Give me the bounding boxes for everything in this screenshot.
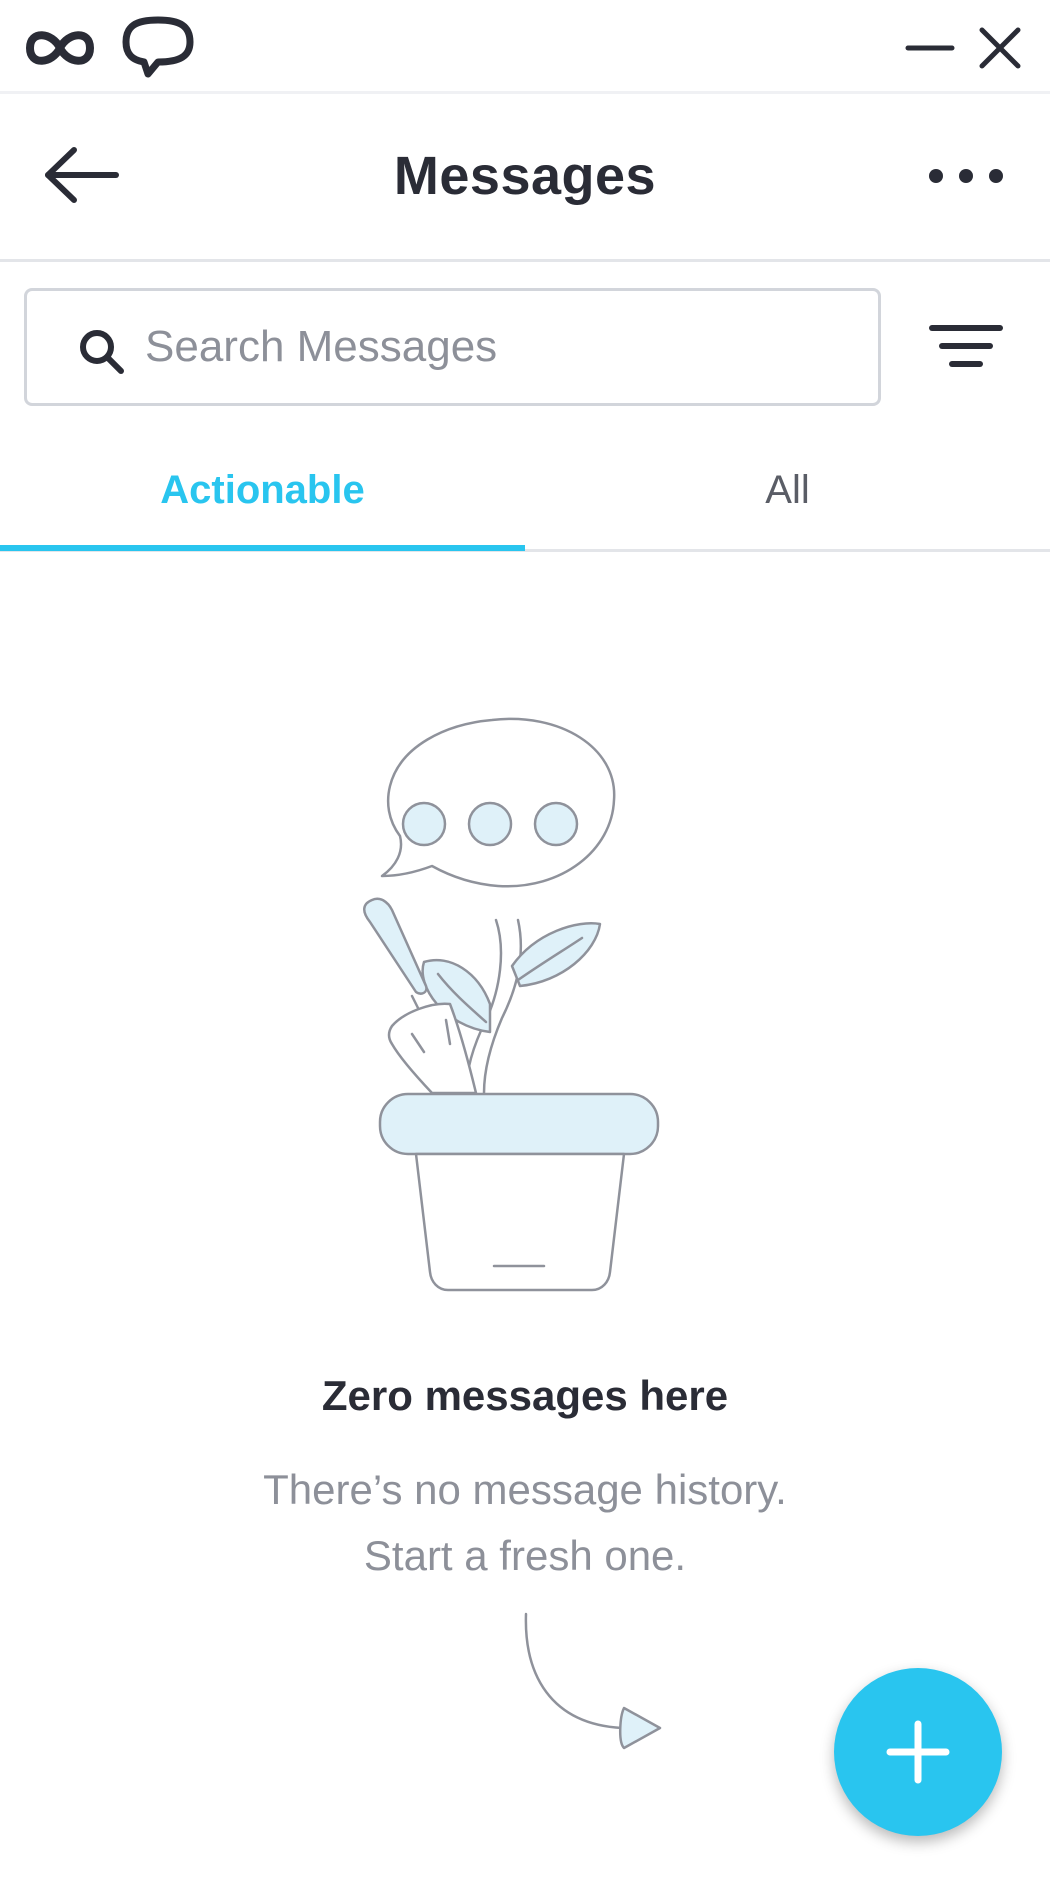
typing-dot [401, 801, 447, 847]
speech-bubble-shape [380, 717, 616, 888]
tab-all[interactable]: All [525, 440, 1050, 552]
pot-rim [378, 1092, 660, 1156]
trowel-handle [363, 897, 428, 995]
tab-actionable[interactable]: Actionable [0, 440, 525, 552]
title-bar [0, 0, 1050, 94]
more-horizontal-icon [929, 169, 1003, 183]
typing-dot [533, 801, 579, 847]
minimize-icon[interactable] [900, 18, 960, 78]
search-icon [80, 330, 124, 374]
search-box [24, 288, 881, 406]
new-message-button[interactable] [834, 1668, 1002, 1836]
close-icon[interactable] [970, 18, 1030, 78]
active-tab-indicator [0, 545, 525, 551]
empty-state-title: Zero messages here [321, 1372, 729, 1419]
curved-arrow-icon [524, 1612, 662, 1750]
empty-state-description-secondary: Start a fresh one. [363, 1532, 687, 1579]
more-options-button[interactable] [918, 146, 1014, 206]
tab-bar: Actionable All [0, 440, 1050, 552]
plant-speech-bubble-illustration [363, 717, 660, 1292]
header: Messages [0, 94, 1050, 262]
page-title: Messages [393, 146, 657, 206]
plus-icon [886, 1720, 950, 1784]
typing-dot [467, 801, 513, 847]
empty-state-description: There’s no message history. [263, 1466, 787, 1513]
search-input[interactable] [145, 309, 845, 385]
filter-button[interactable] [924, 312, 1008, 382]
pot-body [414, 1152, 626, 1292]
filter-icon [929, 325, 1003, 367]
chat-bubble-icon[interactable] [118, 14, 198, 80]
loop-logo-icon [25, 31, 95, 65]
